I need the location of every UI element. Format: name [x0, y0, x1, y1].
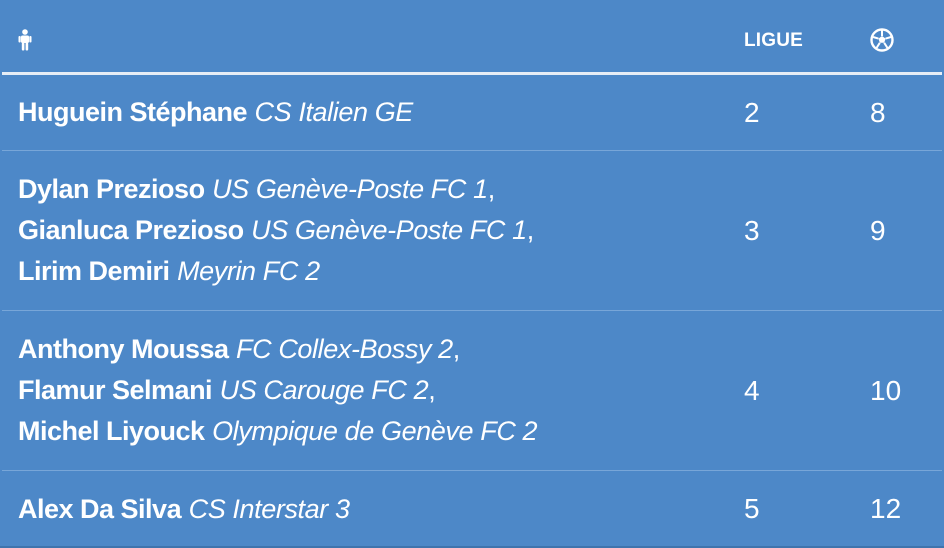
scorer-entry: Anthony Moussa FC Collex-Bossy 2, — [18, 329, 537, 370]
ligue-value: 2 — [744, 97, 760, 128]
table-header: LIGUE — [0, 0, 944, 74]
club-name: US Genève-Poste FC 1 — [251, 215, 527, 245]
ligue-value: 3 — [744, 215, 760, 246]
club-name: FC Collex-Bossy 2 — [236, 334, 453, 364]
club-name: CS Italien GE — [254, 97, 414, 127]
club-name: US Genève-Poste FC 1 — [212, 174, 488, 204]
scorer-entry: Lirim Demiri Meyrin FC 2 — [18, 251, 534, 292]
club-name: Olympique de Genève FC 2 — [212, 416, 538, 446]
scorer-entry: Alex Da Silva CS Interstar 3 — [18, 489, 350, 530]
table-row: Anthony Moussa FC Collex-Bossy 2, Flamur… — [2, 311, 942, 471]
scorers-cell: Huguein Stéphane CS Italien GE — [18, 92, 413, 133]
table-row: Alex Da Silva CS Interstar 3 5 12 — [2, 471, 942, 546]
scorers-table: LIGUE Huguein Stéphane CS Italien GE 2 8… — [0, 0, 944, 548]
scorers-cell: Anthony Moussa FC Collex-Bossy 2, Flamur… — [18, 329, 538, 452]
column-header-ligue[interactable]: LIGUE — [744, 30, 803, 52]
separator: , — [487, 174, 496, 204]
scorers-cell: Dylan Prezioso US Genève-Poste FC 1, Gia… — [18, 169, 534, 292]
scorer-entry: Flamur Selmani US Carouge FC 2, — [18, 370, 537, 411]
player-name: Lirim Demiri — [18, 256, 170, 286]
player-name: Michel Liyouck — [18, 416, 205, 446]
soccer-ball-icon[interactable] — [870, 28, 894, 52]
player-name: Alex Da Silva — [18, 494, 182, 524]
table-row: Dylan Prezioso US Genève-Poste FC 1, Gia… — [2, 151, 942, 311]
goals-value: 12 — [870, 493, 902, 524]
separator: , — [428, 375, 436, 405]
player-name: Gianluca Prezioso — [18, 215, 244, 245]
ligue-value: 5 — [744, 493, 760, 524]
player-name: Dylan Prezioso — [18, 174, 205, 204]
separator: , — [452, 334, 461, 364]
club-name: CS Interstar 3 — [188, 494, 350, 524]
scorers-cell: Alex Da Silva CS Interstar 3 — [18, 489, 350, 530]
scorer-entry: Michel Liyouck Olympique de Genève FC 2 — [18, 411, 538, 452]
separator: , — [526, 215, 535, 245]
ligue-value: 4 — [744, 375, 760, 406]
goals-value: 8 — [870, 97, 886, 128]
club-name: Meyrin FC 2 — [177, 256, 320, 286]
player-name: Anthony Moussa — [18, 334, 229, 364]
scorer-entry: Dylan Prezioso US Genève-Poste FC 1, — [18, 169, 534, 210]
player-name: Flamur Selmani — [18, 375, 213, 405]
player-name: Huguein Stéphane — [18, 97, 248, 127]
scorer-entry: Huguein Stéphane CS Italien GE — [18, 92, 413, 133]
scorer-entry: Gianluca Prezioso US Genève-Poste FC 1, — [18, 210, 534, 251]
person-icon — [18, 29, 32, 51]
table-row: Huguein Stéphane CS Italien GE 2 8 — [2, 75, 942, 151]
club-name: US Carouge FC 2 — [219, 375, 429, 405]
goals-value: 10 — [870, 375, 902, 406]
goals-value: 9 — [870, 215, 886, 246]
